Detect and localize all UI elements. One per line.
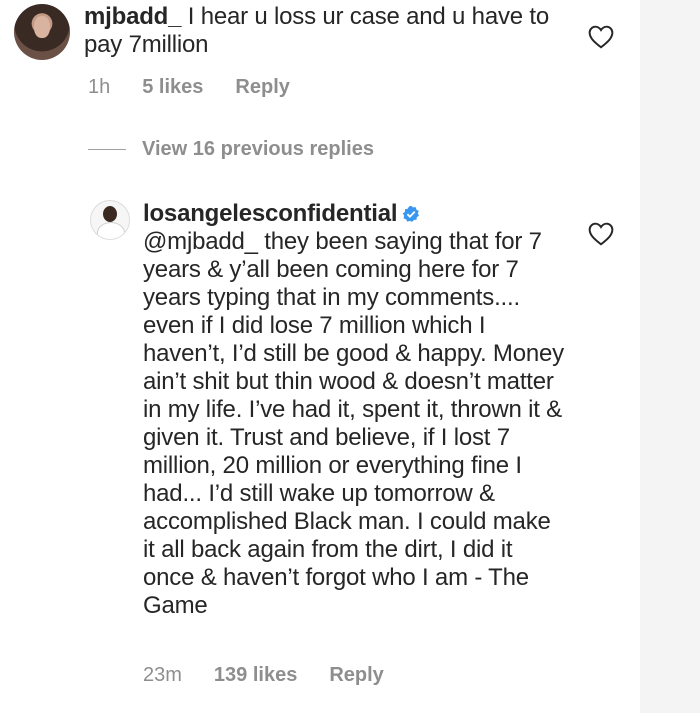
- avatar[interactable]: [14, 4, 70, 60]
- comment-time: 23m: [143, 664, 182, 686]
- comment-likes[interactable]: 5 likes: [142, 76, 203, 99]
- reply-button[interactable]: Reply: [235, 76, 289, 99]
- reply-button[interactable]: Reply: [329, 664, 383, 687]
- view-replies-label: View 16 previous replies: [142, 138, 374, 160]
- heart-icon[interactable]: [588, 222, 614, 246]
- comment-body: losangelesconfidential @mjbadd_ they bee…: [143, 200, 568, 620]
- view-replies-button[interactable]: View 16 previous replies: [88, 138, 374, 161]
- comment-meta: 1h 5 likes Reply: [88, 76, 290, 99]
- comment-time: 1h: [88, 76, 111, 98]
- comment-text: @mjbadd_ they been saying that for 7 yea…: [143, 228, 564, 619]
- comment-username[interactable]: mjbadd_: [84, 3, 181, 30]
- comment-likes[interactable]: 139 likes: [214, 664, 297, 687]
- comment-body: mjbadd_ I hear u loss ur case and u have…: [84, 3, 564, 59]
- avatar[interactable]: [90, 200, 130, 240]
- avatar-face: [34, 16, 50, 38]
- replies-divider: [88, 149, 126, 150]
- verified-badge-icon: [403, 205, 420, 222]
- comment-username[interactable]: losangelesconfidential: [143, 200, 398, 227]
- side-margin: [640, 0, 700, 713]
- comment-meta: 23m 139 likes Reply: [143, 664, 384, 687]
- comments-screenshot: mjbadd_ I hear u loss ur case and u have…: [0, 0, 700, 713]
- avatar-head: [103, 206, 117, 222]
- heart-icon[interactable]: [588, 25, 614, 49]
- avatar-body: [97, 222, 125, 239]
